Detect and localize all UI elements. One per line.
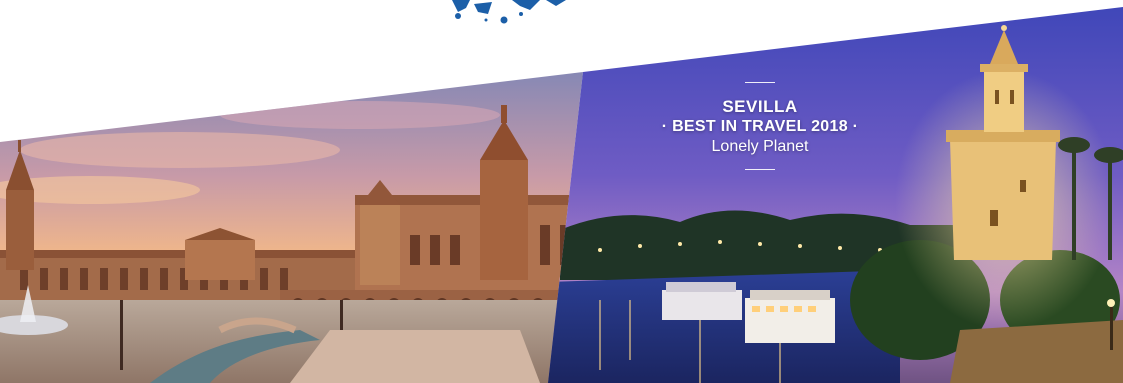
award-source: Lonely Planet xyxy=(711,138,809,155)
left-photo xyxy=(0,72,583,383)
top-divider xyxy=(745,82,775,83)
award-title: · BEST IN TRAVEL 2018 · xyxy=(661,118,859,135)
top-logo-fragment xyxy=(452,0,566,24)
banner: SEVILLA · BEST IN TRAVEL 2018 · Lonely P… xyxy=(0,0,1123,383)
city-title: SEVILLA xyxy=(722,97,798,116)
award-caption: SEVILLA · BEST IN TRAVEL 2018 · Lonely P… xyxy=(610,82,910,170)
bottom-divider xyxy=(745,169,775,170)
right-photo xyxy=(548,7,1123,383)
banner-art xyxy=(0,0,1123,383)
